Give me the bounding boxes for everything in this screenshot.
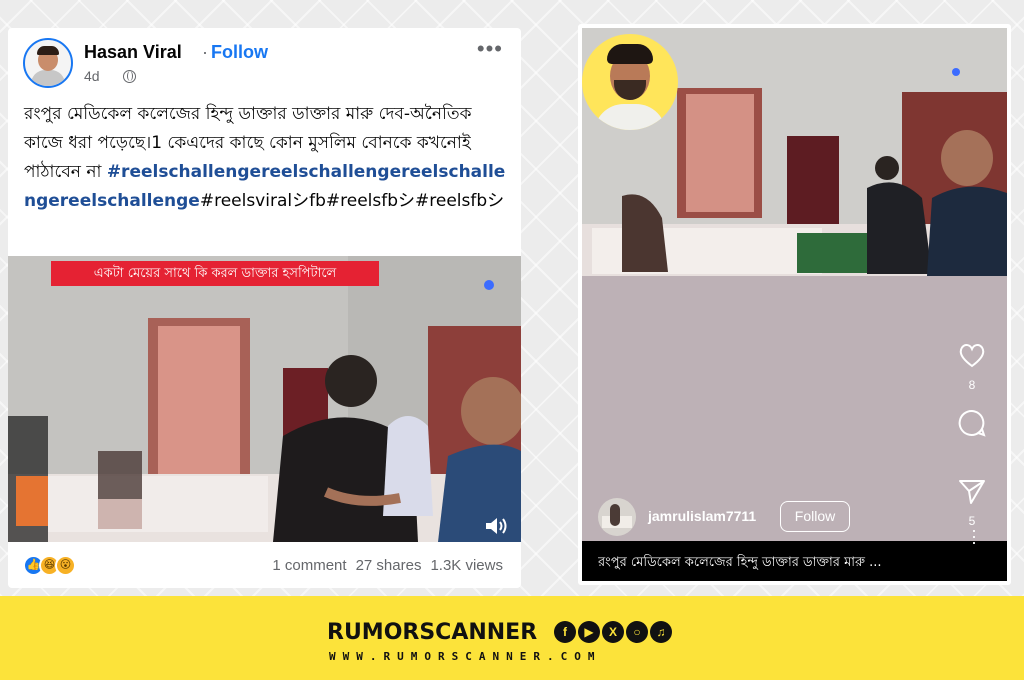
author-avatar-small[interactable] (598, 498, 636, 536)
social-icons: f ▶ X ○ ♫ (554, 621, 672, 643)
share-count[interactable]: 27 shares (356, 557, 422, 574)
post-video[interactable]: একটা মেয়ের সাথে কি করল ডাক্তার হসপিটালে (8, 256, 521, 542)
comment-icon[interactable] (957, 408, 987, 438)
overlay-avatar (582, 34, 678, 130)
author-name[interactable]: Hasan Viral (84, 42, 182, 63)
x-icon[interactable]: X (602, 621, 624, 643)
comment-count[interactable]: 1 comment (272, 557, 346, 574)
youtube-icon[interactable]: ▶ (578, 621, 600, 643)
website-url[interactable]: WWW.RUMORSCANNER.COM (329, 650, 601, 663)
send-icon[interactable] (957, 476, 987, 506)
facebook-post-card: Hasan Viral · Follow 4d ••• রংপুর মেডিকে… (8, 28, 521, 588)
volume-icon[interactable] (484, 515, 510, 537)
post-time[interactable]: 4d (84, 68, 100, 84)
heart-icon[interactable] (957, 340, 987, 370)
post-stats: 1 comment 27 shares 1.3K views (272, 557, 503, 574)
comment-spacer (955, 446, 989, 476)
author-username[interactable]: jamrulislam7711 (648, 508, 756, 524)
facebook-icon[interactable]: f (554, 621, 576, 643)
reel-frame[interactable]: 8 5 jamrulislam7711 Follow · · · রংপুর মেড… (582, 28, 1007, 581)
like-count: 8 (968, 378, 976, 392)
video-caption-banner: একটা মেয়ের সাথে কি করল ডাক্তার হসপিটালে (51, 261, 379, 286)
wow-icon: 😮 (55, 555, 76, 576)
separator-dot: · (202, 42, 208, 62)
post-text: রংপুর মেডিকেল কলেজের হিন্দু ডাক্তার ডাক্… (24, 100, 510, 216)
reactions-summary[interactable]: 👍 😆 😮 (23, 555, 85, 577)
reel-video[interactable] (582, 28, 1007, 276)
brand-footer: RUMORSCANNER f ▶ X ○ ♫ WWW.RUMORSCANNER.… (0, 596, 1024, 680)
instagram-icon[interactable]: ○ (626, 621, 648, 643)
hashtags-inline[interactable]: #reelsviralシfb#reelsfbシ#reelsfbシ (200, 191, 504, 211)
video-scene (8, 256, 521, 542)
instagram-reel-card: 8 5 jamrulislam7711 Follow · · · রংপুর মেড… (578, 24, 1011, 585)
follow-button[interactable]: Follow (211, 42, 268, 63)
view-count: 1.3K views (430, 557, 503, 574)
tiktok-icon[interactable]: ♫ (650, 621, 672, 643)
follow-button[interactable]: Follow (780, 501, 850, 532)
reel-actions: 8 5 (955, 340, 989, 544)
reel-author: jamrulislam7711 Follow (598, 498, 898, 536)
reel-caption[interactable]: রংপুর মেডিকেল কলেজের হিন্দু ডাক্তার ডাক্… (598, 553, 958, 574)
ellipsis-icon[interactable]: ••• (477, 36, 503, 62)
brand-name: RUMORSCANNER (327, 620, 538, 645)
post-footer: 👍 😆 😮 1 comment 27 shares 1.3K views (8, 542, 521, 588)
reel-caption-bar: · · · রংপুর মেডিকেল কলেজের হিন্দু ডাক্তার … (582, 521, 1007, 581)
more-vertical-icon[interactable]: · · · (971, 521, 977, 551)
globe-icon (123, 70, 136, 83)
author-avatar[interactable] (23, 38, 73, 88)
